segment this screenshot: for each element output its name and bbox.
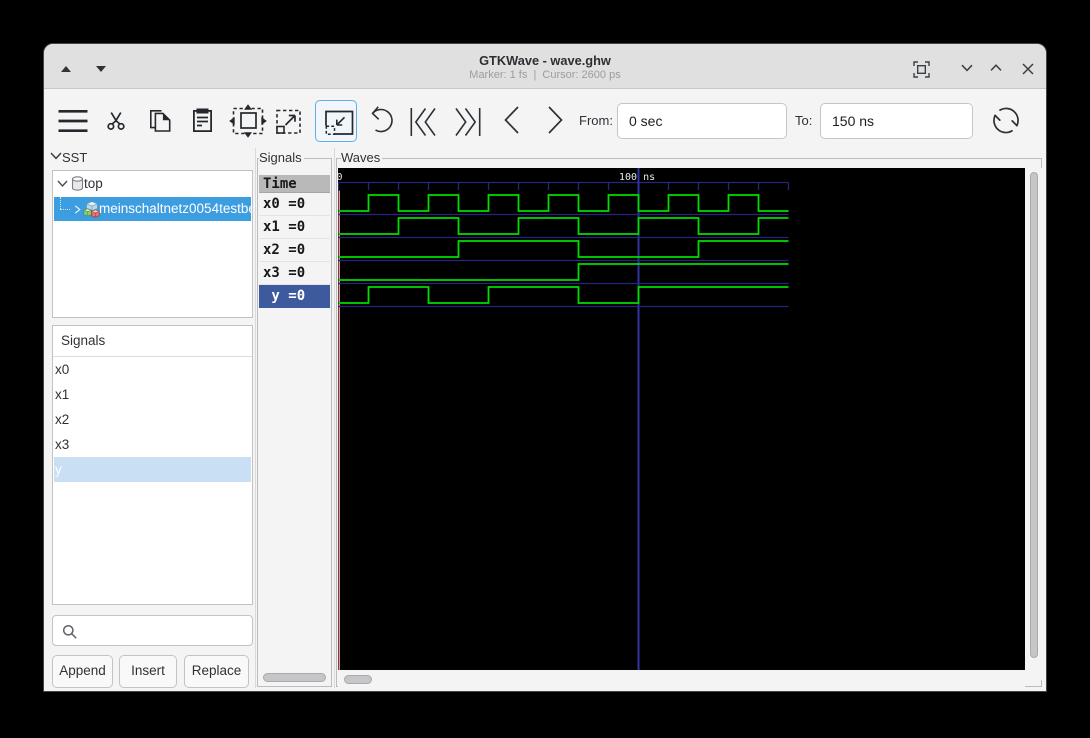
to-input[interactable] xyxy=(820,103,973,139)
values-hscrollbar[interactable] xyxy=(259,670,330,685)
zoom-fit-icon[interactable] xyxy=(224,99,268,139)
signals-list-item[interactable]: x1 xyxy=(54,382,251,407)
waves-vscrollbar-thumb[interactable] xyxy=(1030,172,1038,658)
expander-down-icon[interactable] xyxy=(57,180,68,188)
svg-text:0: 0 xyxy=(338,172,343,183)
cut-icon[interactable] xyxy=(106,110,126,132)
tree-guide-h xyxy=(60,209,70,210)
gtkwave-window: GTKWave - wave.ghw Marker: 1 fs | Cursor… xyxy=(44,44,1046,691)
module-icon xyxy=(83,201,100,218)
tree-item-label: meinschaltnetz0054testbench xyxy=(99,201,251,216)
tree-item-label: top xyxy=(84,176,103,191)
waveform-plot: 0 100 ns xyxy=(337,168,790,670)
signals-list-item[interactable]: y xyxy=(54,457,251,482)
close-icon[interactable] xyxy=(1022,63,1034,75)
waves-hscrollbar[interactable] xyxy=(338,671,1025,687)
reload-icon[interactable] xyxy=(988,106,1024,136)
toolbar: From: To: xyxy=(44,90,1046,148)
values-frame-label: Signals xyxy=(259,150,304,165)
tree-guide-v xyxy=(60,197,61,209)
signals-list-item[interactable]: x0 xyxy=(54,357,251,382)
insert-button[interactable]: Insert xyxy=(119,655,177,688)
signals-list-header: Signals xyxy=(61,333,106,348)
zoom-out-icon xyxy=(325,110,354,136)
append-button[interactable]: Append xyxy=(52,655,113,688)
prev-edge-icon[interactable] xyxy=(504,106,519,134)
values-frame: Time x0 =0 x1 =0 x2 =0 x3 =0 y =0 xyxy=(257,158,332,687)
values-hscrollbar-thumb[interactable] xyxy=(263,673,326,682)
from-input[interactable] xyxy=(617,103,787,139)
signals-list-item[interactable]: x2 xyxy=(54,407,251,432)
splitter-right[interactable] xyxy=(334,148,335,688)
fullscreen-icon[interactable] xyxy=(913,61,930,78)
database-icon xyxy=(71,176,84,191)
signal-value-row[interactable]: x1 =0 xyxy=(259,216,330,239)
title-area: GTKWave - wave.ghw Marker: 1 fs | Cursor… xyxy=(44,53,1046,82)
signal-value-row[interactable]: x0 =0 xyxy=(259,193,330,216)
waves-frame: 0 100 ns xyxy=(336,158,1042,687)
copy-icon[interactable] xyxy=(149,108,171,132)
from-label: From: xyxy=(579,113,613,128)
to-label: To: xyxy=(795,113,813,128)
search-box xyxy=(52,615,253,646)
window-title: GTKWave - wave.ghw xyxy=(479,53,611,68)
titlebar: GTKWave - wave.ghw Marker: 1 fs | Cursor… xyxy=(44,44,1046,89)
signals-list-item[interactable]: x3 xyxy=(54,432,251,457)
search-input[interactable] xyxy=(83,618,248,643)
search-icon xyxy=(62,624,77,639)
replace-button[interactable]: Replace xyxy=(184,655,249,688)
time-header[interactable]: Time xyxy=(259,175,330,193)
zoom-out-button[interactable] xyxy=(315,100,357,142)
svg-text:100 ns: 100 ns xyxy=(619,172,655,183)
undo-icon[interactable] xyxy=(368,102,396,140)
paste-icon[interactable] xyxy=(193,108,212,132)
signal-value-row[interactable]: x3 =0 xyxy=(259,262,330,285)
maximize-icon[interactable] xyxy=(990,64,1002,72)
expander-right-icon[interactable] xyxy=(74,205,81,214)
skip-to-start-icon[interactable] xyxy=(410,107,438,137)
tree-item-child[interactable]: meinschaltnetz0054testbench xyxy=(54,197,251,221)
skip-to-end-icon[interactable] xyxy=(453,107,481,137)
sst-expander[interactable]: SST xyxy=(50,149,250,167)
menu-icon[interactable] xyxy=(58,109,88,133)
window-subtitle: Marker: 1 fs | Cursor: 2600 ps xyxy=(469,69,621,81)
splitter-left[interactable] xyxy=(255,148,256,688)
next-edge-icon[interactable] xyxy=(548,106,563,134)
sst-tree: top meinschaltnetz0054testbench xyxy=(52,170,253,318)
waves-hscrollbar-thumb[interactable] xyxy=(344,674,372,684)
waves-frame-label: Waves xyxy=(341,150,383,165)
signal-value-row[interactable]: x2 =0 xyxy=(259,239,330,262)
unmaximize-icon[interactable] xyxy=(961,64,973,72)
waves-vscrollbar[interactable] xyxy=(1026,168,1042,680)
signal-value-row[interactable]: y =0 xyxy=(259,285,330,308)
sst-label: SST xyxy=(62,150,88,165)
wave-canvas[interactable]: 0 100 ns xyxy=(337,168,1025,670)
signals-list-panel: Signals x0 x1 x2 x3 y xyxy=(52,325,253,605)
tree-item-top[interactable]: top xyxy=(54,172,251,196)
chevron-down-icon xyxy=(50,152,62,160)
zoom-in-icon[interactable] xyxy=(276,109,302,134)
